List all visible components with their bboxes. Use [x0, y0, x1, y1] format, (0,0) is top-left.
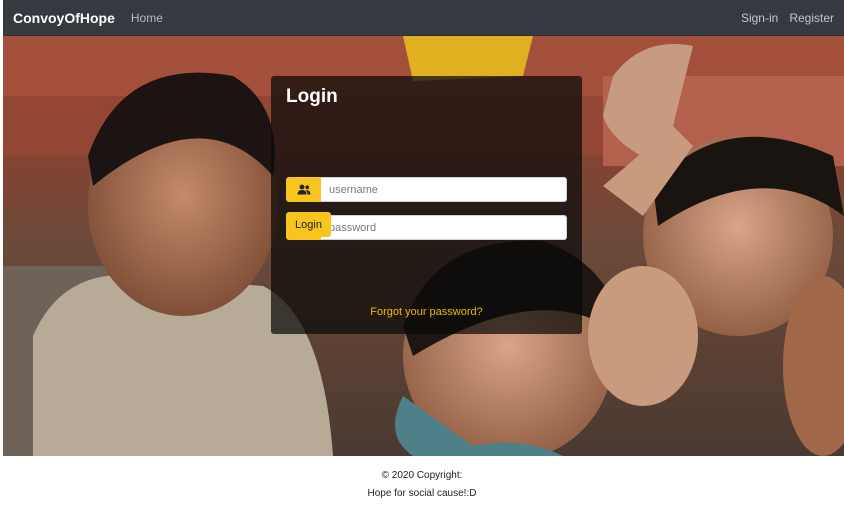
users-icon: [286, 177, 321, 202]
hero-background: Login Login Forgot your: [3, 36, 844, 456]
brand-link[interactable]: ConvoyOfHope: [13, 10, 115, 26]
login-button[interactable]: Login: [286, 212, 331, 237]
top-navbar: ConvoyOfHope Home Sign-in Register: [3, 0, 844, 36]
nav-signin-link[interactable]: Sign-in: [741, 11, 778, 25]
username-group: [286, 177, 567, 202]
footer: © 2020 Copyright: Hope for social cause!…: [0, 456, 844, 513]
nav-register-link[interactable]: Register: [789, 11, 834, 25]
login-card: Login Login Forgot your: [271, 76, 582, 334]
username-input[interactable]: [321, 177, 567, 202]
footer-copyright: © 2020 Copyright:: [381, 470, 463, 481]
nav-right-group: Sign-in Register: [741, 11, 834, 25]
footer-tagline: Hope for social cause!:D: [367, 488, 477, 499]
forgot-password-link[interactable]: Forgot your password?: [271, 306, 582, 318]
password-input[interactable]: [321, 215, 567, 240]
login-title: Login: [286, 86, 338, 107]
nav-home-link[interactable]: Home: [131, 11, 163, 25]
